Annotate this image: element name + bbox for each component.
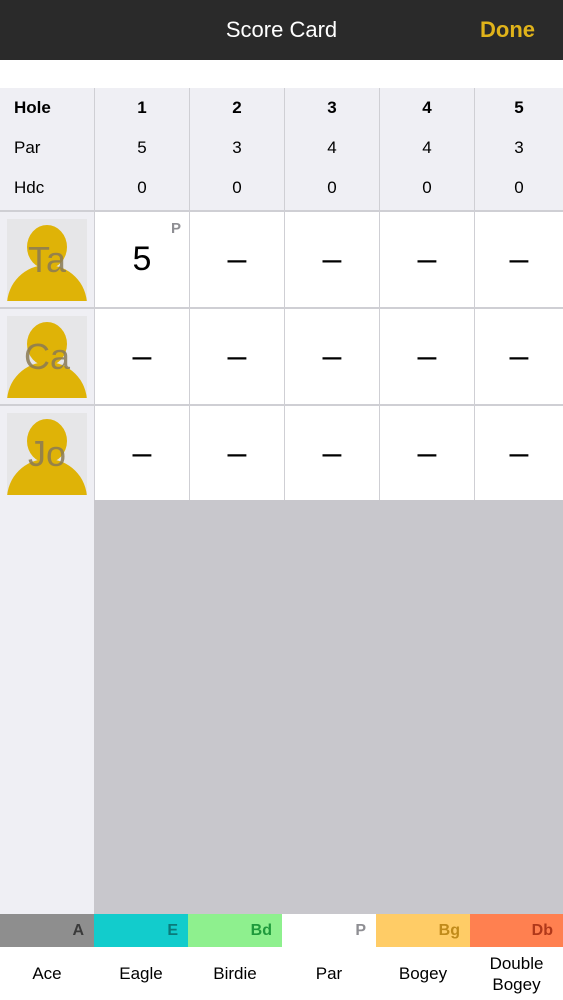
player-row: Jo – – – – –: [0, 404, 563, 501]
empty-area-right: [94, 500, 563, 914]
score-value: –: [227, 240, 247, 278]
hole-column-1: 1 5 0: [94, 88, 189, 210]
legend-item-double-bogey[interactable]: Db Double Bogey: [470, 914, 563, 1000]
par-value: 3: [232, 138, 242, 157]
score-cell-hole-1[interactable]: –: [94, 309, 189, 404]
score-value: –: [322, 434, 342, 472]
legend-swatch: P: [282, 914, 376, 947]
legend-label: Eagle: [94, 947, 188, 1000]
player-avatar-cell[interactable]: Ta: [0, 212, 94, 307]
avatar: Jo: [7, 413, 87, 495]
done-button[interactable]: Done: [480, 0, 535, 60]
score-cell-hole-4[interactable]: –: [379, 212, 474, 307]
score-cell-hole-3[interactable]: –: [284, 212, 379, 307]
legend-code: Bg: [438, 922, 460, 939]
hdc-value: 0: [137, 178, 147, 197]
legend-label: Ace: [0, 947, 94, 1000]
score-value: –: [132, 337, 152, 375]
legend-swatch: E: [94, 914, 188, 947]
legend-code: E: [167, 922, 178, 939]
score-cell-hole-2[interactable]: –: [189, 406, 284, 501]
legend-item-birdie[interactable]: Bd Birdie: [188, 914, 282, 1000]
player-row: Ca – – – – –: [0, 307, 563, 404]
hdc-value: 0: [422, 178, 432, 197]
legend-code: A: [72, 922, 84, 939]
legend-label: Bogey: [376, 947, 470, 1000]
par-value: 3: [514, 138, 524, 157]
hole-column-3: 3 4 0: [284, 88, 379, 210]
score-cell-hole-1[interactable]: 5P: [94, 212, 189, 307]
legend-label: Birdie: [188, 947, 282, 1000]
hdc-value: 0: [232, 178, 242, 197]
player-row: Ta 5 P – – – –: [0, 210, 563, 307]
hole-number: 2: [232, 98, 242, 117]
legend-label: Par: [282, 947, 376, 1000]
page-title: Score Card: [225, 17, 338, 42]
score-value: –: [132, 434, 152, 472]
score-cell-hole-5[interactable]: –: [474, 212, 563, 307]
score-value: –: [227, 434, 247, 472]
hole-column-4: 4 4 0: [379, 88, 474, 210]
par-value: 5: [137, 138, 147, 157]
par-value: 4: [327, 138, 337, 157]
hole-column-5: 5 3 0: [474, 88, 563, 210]
hole-label: Hole: [14, 98, 51, 117]
hole-number: 3: [327, 98, 337, 117]
legend-item-ace[interactable]: A Ace: [0, 914, 94, 1000]
score-value: –: [322, 337, 342, 375]
legend-item-par[interactable]: P Par: [282, 914, 376, 1000]
score-cell-hole-1[interactable]: –: [94, 406, 189, 501]
player-initials: Ta: [27, 239, 67, 280]
score-cell-hole-3[interactable]: –: [284, 309, 379, 404]
hole-number: 4: [422, 98, 432, 117]
legend-swatch: Bd: [188, 914, 282, 947]
legend-swatch: Db: [470, 914, 563, 947]
nav-spacer: [0, 60, 563, 88]
hole-column-2: 2 3 0: [189, 88, 284, 210]
player-initials: Ca: [23, 336, 71, 377]
hdc-label: Hdc: [14, 178, 45, 197]
scorecard-header: Hole Par Hdc 1 5 0 2 3 0 3 4 0 4 4 0 5 3 0: [0, 88, 563, 210]
player-avatar-cell[interactable]: Jo: [0, 406, 94, 501]
player-avatar-cell[interactable]: Ca: [0, 309, 94, 404]
legend-code: Db: [531, 922, 553, 939]
score-cell-hole-4[interactable]: –: [379, 406, 474, 501]
score-value: –: [509, 337, 529, 375]
avatar: Ca: [7, 316, 87, 398]
empty-area-left: [0, 500, 94, 914]
score-value: –: [509, 434, 529, 472]
score-cell-hole-2[interactable]: –: [189, 309, 284, 404]
nav-bar: Score Card Done: [0, 0, 563, 60]
avatar: Ta: [7, 219, 87, 301]
legend-item-bogey[interactable]: Bg Bogey: [376, 914, 470, 1000]
legend-label: Double Bogey: [470, 947, 563, 1000]
score-value: –: [417, 337, 437, 375]
score-cell-hole-3[interactable]: –: [284, 406, 379, 501]
score-value: –: [322, 240, 342, 278]
legend-code: Bd: [250, 922, 272, 939]
par-label: Par: [14, 138, 41, 157]
hole-number: 1: [137, 98, 147, 117]
score-value: –: [509, 240, 529, 278]
score-cell-hole-4[interactable]: –: [379, 309, 474, 404]
player-initials: Jo: [27, 433, 67, 474]
legend-item-eagle[interactable]: E Eagle: [94, 914, 188, 1000]
score-cell-hole-2[interactable]: –: [189, 212, 284, 307]
legend-swatch: Bg: [376, 914, 470, 947]
score-cell-hole-5[interactable]: –: [474, 309, 563, 404]
legend-swatch: A: [0, 914, 94, 947]
hdc-value: 0: [327, 178, 337, 197]
score-cell-hole-5[interactable]: –: [474, 406, 563, 501]
score-value: –: [227, 337, 247, 375]
header-label-column: Hole Par Hdc: [0, 88, 94, 210]
score-legend: A Ace E Eagle Bd Birdie P Par Bg Bogey Db Double Bo…: [0, 914, 563, 1000]
legend-code: P: [355, 922, 366, 939]
score-value: –: [417, 434, 437, 472]
par-value: 4: [422, 138, 432, 157]
score-value: –: [417, 240, 437, 278]
score-badge: P: [170, 220, 181, 237]
hdc-value: 0: [514, 178, 524, 197]
hole-number: 5: [514, 98, 524, 117]
